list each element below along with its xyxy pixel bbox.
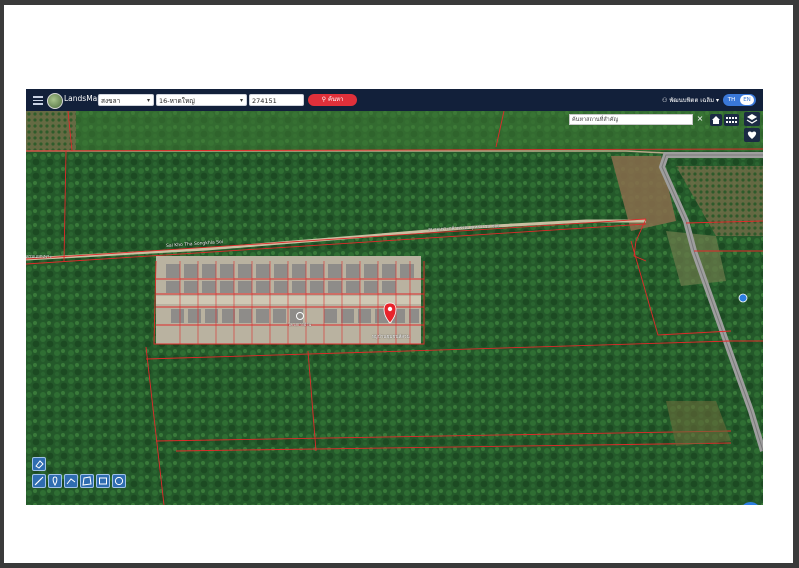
district-value: 16-หาดใหญ่: [159, 97, 195, 105]
page-background: LandsMaps สงขลา ▾ 16-หาดใหญ่ ▾ 274151 ⚲ …: [4, 5, 793, 563]
circle-tool-button[interactable]: [112, 474, 126, 488]
polygon-icon: [82, 476, 92, 486]
rectangle-tool-button[interactable]: [96, 474, 110, 488]
chevron-down-icon: ▾: [715, 97, 719, 104]
province-value: สงขลา: [101, 97, 121, 105]
favorite-button[interactable]: [744, 128, 760, 142]
polygon-tool-button[interactable]: [80, 474, 94, 488]
top-bar: LandsMaps สงขลา ▾ 16-หาดใหญ่ ▾ 274151 ⚲ …: [26, 89, 763, 111]
pin-icon: [52, 476, 58, 486]
user-icon: ⚇: [662, 97, 668, 104]
village-label: โครงการบ้าน: [288, 322, 312, 327]
pin-tool-button[interactable]: [48, 474, 62, 488]
layers-button[interactable]: [744, 112, 760, 126]
province-select[interactable]: สงขลา ▾: [98, 94, 154, 106]
road-label: สามแยกเพาะ: [26, 255, 52, 260]
search-button-label: ค้นหา: [327, 96, 344, 103]
lang-th[interactable]: TH: [724, 94, 739, 106]
grid-button[interactable]: [724, 114, 739, 126]
logo-icon: [47, 93, 63, 109]
search-button[interactable]: ⚲ ค้นหา: [308, 94, 357, 106]
eraser-tool-button[interactable]: [32, 457, 46, 471]
ruler-icon: [34, 476, 44, 486]
lang-en[interactable]: EN: [740, 95, 754, 105]
close-icon[interactable]: ×: [696, 113, 704, 125]
home-button[interactable]: [710, 114, 722, 126]
chevron-down-icon: ▾: [146, 97, 150, 104]
chevron-down-icon: ▾: [239, 97, 243, 104]
poi-label: หมู่บ้านชุมชนสีสวน: [372, 335, 410, 340]
rectangle-icon: [99, 477, 107, 485]
user-name: พัฒนบพิตต เฉลิม: [669, 97, 715, 104]
parcel-number-input[interactable]: 274151: [249, 94, 304, 106]
measure-tool-button[interactable]: [32, 474, 46, 488]
circle-icon: [114, 476, 124, 486]
line-icon: [66, 478, 76, 485]
home-icon: [712, 116, 720, 124]
landsmaps-app: LandsMaps สงขลา ▾ 16-หาดใหญ่ ▾ 274151 ⚲ …: [26, 89, 763, 505]
eraser-icon: [35, 460, 44, 469]
user-menu[interactable]: ⚇ พัฒนบพิตต เฉลิม ▾: [662, 95, 719, 105]
satellite-map: [26, 111, 763, 505]
layers-icon: [746, 114, 758, 124]
map-view[interactable]: Sai Kho Tha Songkhla Soi สนามเพาะกล้าพรร…: [26, 111, 763, 505]
grid-icon: [726, 117, 737, 123]
line-tool-button[interactable]: [64, 474, 78, 488]
place-search-input[interactable]: ค้นหาสถานที่สำคัญ: [569, 114, 693, 125]
language-toggle[interactable]: TH EN: [723, 94, 756, 106]
heart-icon: [747, 131, 757, 139]
hamburger-icon[interactable]: [33, 96, 43, 105]
parcel-number-value: 274151: [252, 97, 277, 105]
place-search-placeholder: ค้นหาสถานที่สำคัญ: [572, 117, 619, 123]
search-icon: ⚲: [321, 96, 327, 103]
district-select[interactable]: 16-หาดใหญ่ ▾: [156, 94, 247, 106]
